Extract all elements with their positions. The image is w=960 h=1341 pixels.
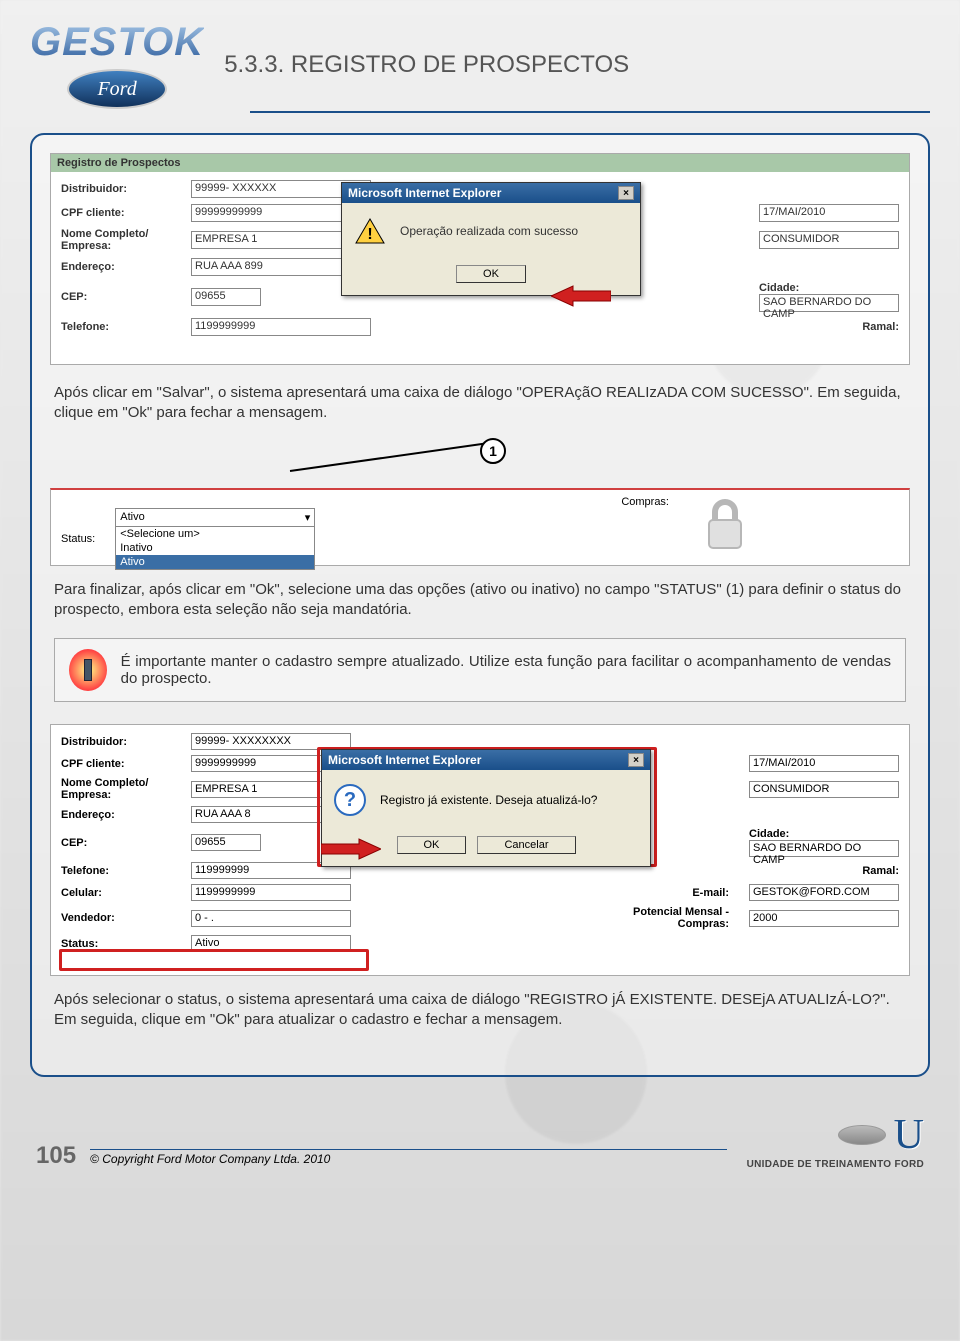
label-cep: CEP: [61, 291, 181, 303]
label-compras: Compras: [621, 496, 669, 508]
label-ramal: Ramal: [749, 865, 899, 877]
screenshot-1: Registro de Prospectos Distribuidor: 999… [50, 153, 910, 365]
label-telefone: Telefone: [61, 321, 181, 333]
input-cep[interactable]: 09655 [191, 288, 261, 306]
label-email: E-mail: [361, 887, 739, 899]
input-telefone[interactable]: 1199999999 [191, 318, 371, 336]
input-tipo[interactable]: CONSUMIDOR [759, 231, 899, 249]
input-data[interactable]: 17/MAI/2010 [759, 204, 899, 222]
label-endereco: Endereço: [61, 261, 181, 273]
paragraph-3: Após selecionar o status, o sistema apre… [54, 990, 906, 1031]
page-header: GESTOK Ford 5.3.3. REGISTRO DE PROSPECTO… [30, 20, 930, 109]
status-dropdown[interactable]: Ativo▾ <Selecione um> Inativo Ativo [115, 508, 315, 570]
input-data[interactable]: 17/MAI/2010 [749, 755, 899, 772]
footer-unit: U UNIDADE DE TREINAMENTO FORD [747, 1111, 924, 1170]
question-icon: ? [334, 784, 366, 816]
lock-icon [701, 496, 749, 555]
ok-button[interactable]: OK [397, 836, 467, 854]
status-option[interactable]: Inativo [116, 541, 314, 555]
screenshot-status: Compras: Status: Ativo ▾ <Selecione um> I… [50, 488, 910, 566]
page-title: 5.3.3. REGISTRO DE PROSPECTOS [224, 51, 930, 79]
page-footer: 105 © Copyright Ford Motor Company Ltda.… [30, 1111, 930, 1170]
paragraph-1: Após clicar em "Salvar", o sistema apres… [54, 383, 906, 424]
label-status: Status: [61, 533, 95, 545]
input-email[interactable]: GESTOK@FORD.COM [749, 884, 899, 901]
gestok-logo: GESTOK [30, 20, 204, 65]
input-cidade[interactable]: SAO BERNARDO DO CAMP [749, 840, 899, 857]
copyright: © Copyright Ford Motor Company Ltda. 201… [90, 1149, 727, 1166]
label-nome: Nome Completo/ Empresa: [61, 777, 181, 801]
info-icon [69, 649, 107, 691]
dialog-success: Microsoft Internet Explorer × ! Operação… [341, 182, 641, 296]
input-cidade[interactable]: SAO BERNARDO DO CAMP [759, 294, 899, 312]
logo-block: GESTOK Ford [30, 20, 204, 109]
red-arrow-icon [321, 837, 381, 861]
label-cpf: CPF cliente: [61, 207, 181, 219]
input-potencial[interactable]: 2000 [749, 910, 899, 927]
dialog-message: Operação realizada com sucesso [400, 224, 578, 238]
chevron-down-icon: ▾ [305, 511, 311, 524]
label-celular: Celular: [61, 887, 181, 899]
info-callout: É importante manter o cadastro sempre at… [54, 638, 906, 702]
close-icon[interactable]: × [628, 753, 644, 767]
label-nome: Nome Completo/ Empresa: [61, 228, 181, 252]
input-celular[interactable]: 1199999999 [191, 884, 351, 901]
label-distribuidor: Distribuidor: [61, 183, 181, 195]
u-logo: U [894, 1111, 924, 1159]
label-cpf: CPF cliente: [61, 758, 181, 770]
ok-button[interactable]: OK [456, 265, 526, 283]
input-vendedor[interactable]: 0 - . [191, 910, 351, 927]
content-frame: Registro de Prospectos Distribuidor: 999… [30, 133, 930, 1077]
section-title: Registro de Prospectos [51, 154, 909, 172]
red-arrow-icon [551, 284, 611, 308]
label-vendedor: Vendedor: [61, 912, 181, 924]
label-distribuidor: Distribuidor: [61, 736, 181, 748]
status-option[interactable]: <Selecione um> [116, 527, 314, 541]
status-option[interactable]: Ativo [116, 555, 314, 569]
paragraph-2: Para finalizar, após clicar em "Ok", sel… [54, 580, 906, 621]
label-status: Status: [61, 938, 181, 950]
callout-number: 1 [480, 438, 506, 464]
label-ramal: Ramal: [759, 321, 899, 333]
label-cidade: Cidade: [749, 828, 899, 840]
screenshot-2: Distribuidor: 99999- XXXXXXXX CPF client… [50, 724, 910, 976]
label-potencial: Potencial Mensal - Compras: [361, 906, 739, 930]
dialog-message: Registro já existente. Deseja atualizá-l… [380, 793, 597, 807]
label-telefone: Telefone: [61, 865, 181, 877]
label-endereco: Endereço: [61, 809, 181, 821]
page-number: 105 [36, 1142, 76, 1170]
info-text: É importante manter o cadastro sempre at… [121, 653, 891, 687]
label-cidade: Cidade: [759, 282, 899, 294]
svg-text:!: ! [367, 226, 372, 243]
callout-1: 1 [50, 438, 910, 488]
cancel-button[interactable]: Cancelar [477, 836, 575, 854]
close-icon[interactable]: × [618, 186, 634, 200]
input-cep[interactable]: 09655 [191, 834, 261, 851]
label-cep: CEP: [61, 837, 181, 849]
ford-small-logo [838, 1125, 886, 1145]
dialog-title: Microsoft Internet Explorer [348, 186, 501, 200]
dialog-title: Microsoft Internet Explorer [328, 753, 481, 767]
warning-icon: ! [354, 217, 386, 245]
input-tipo[interactable]: CONSUMIDOR [749, 781, 899, 798]
title-rule [250, 111, 930, 113]
highlight-frame [59, 949, 369, 971]
unit-text: UNIDADE DE TREINAMENTO FORD [747, 1159, 924, 1170]
ford-logo: Ford [67, 69, 167, 109]
